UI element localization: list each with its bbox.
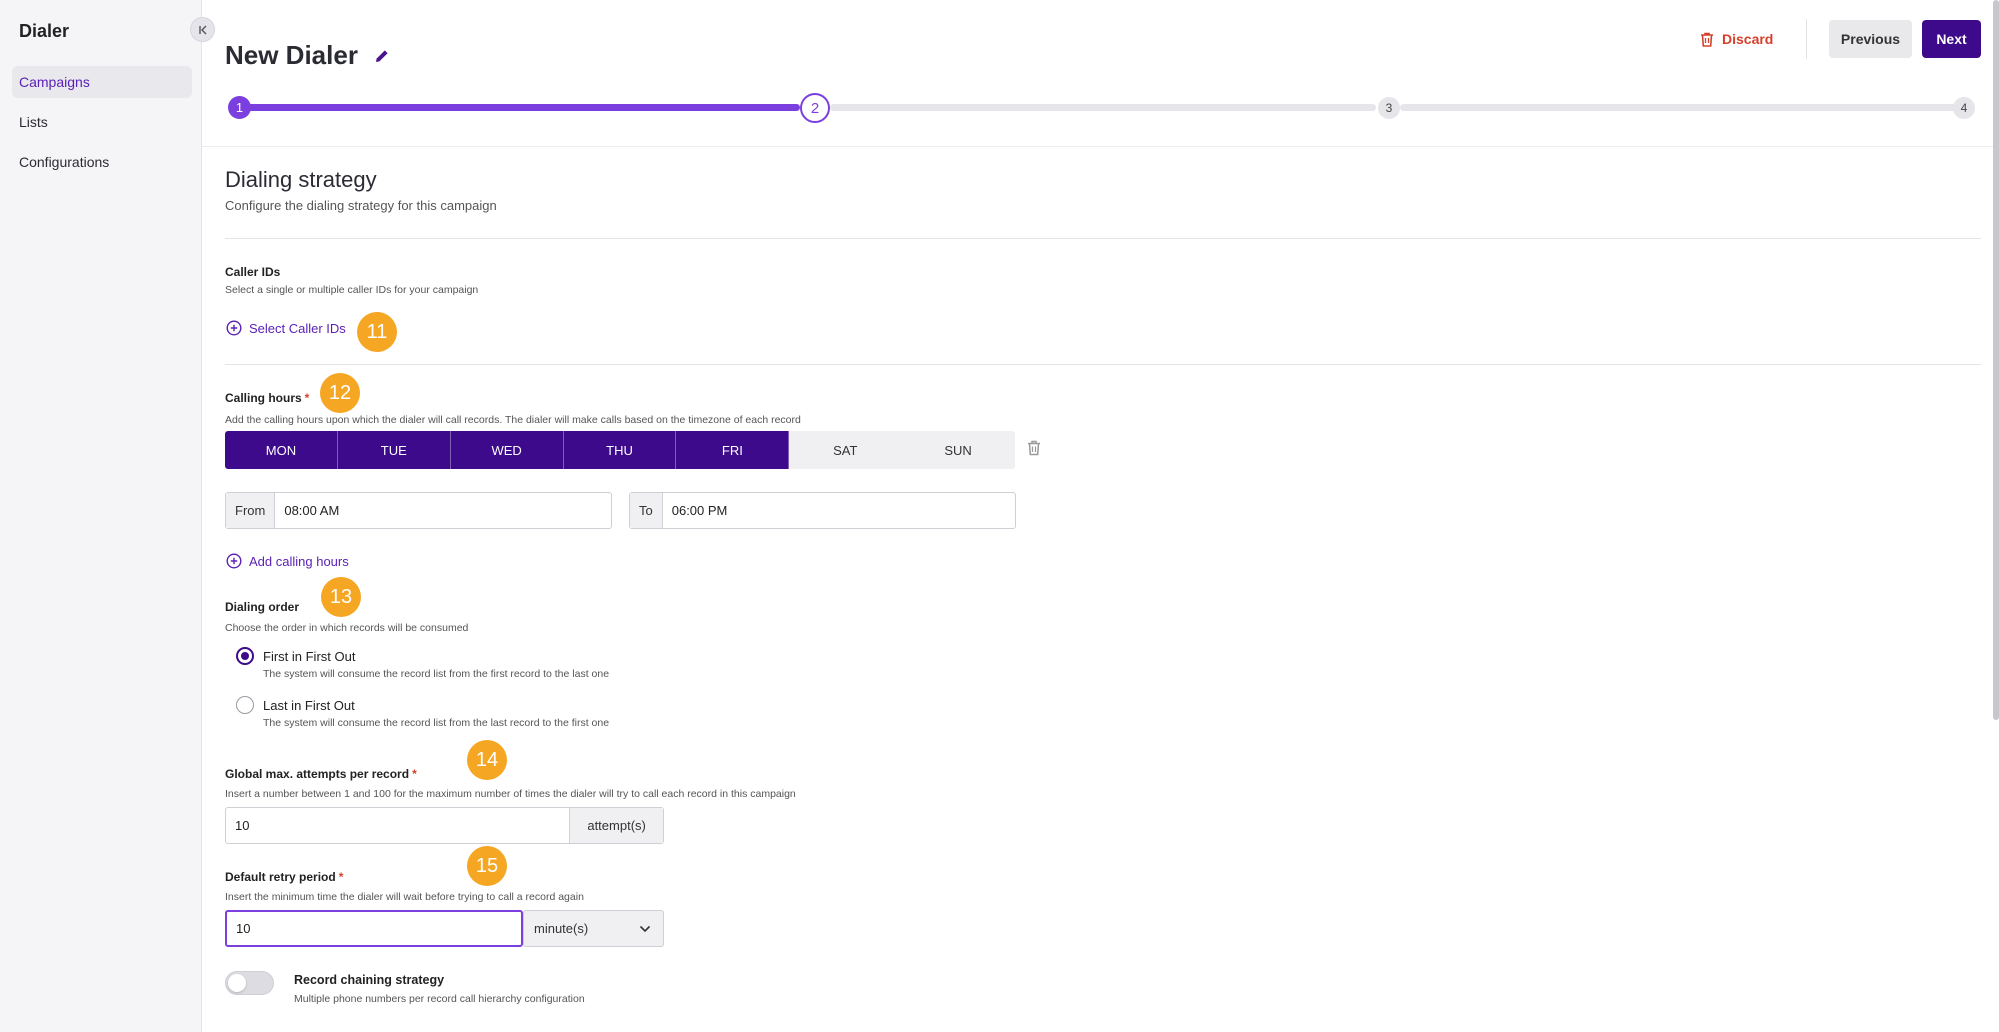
pencil-icon[interactable] [374, 48, 390, 64]
calling-hours-label: Calling hours * [225, 391, 309, 405]
step-badge-11: 11 [357, 312, 397, 352]
radio-lifo[interactable] [236, 696, 254, 714]
radio-lifo-label: Last in First Out [263, 698, 355, 713]
trash-icon [1701, 32, 1713, 47]
to-label: To [630, 493, 663, 528]
header-divider-line [202, 146, 1999, 147]
select-caller-ids-label: Select Caller IDs [249, 320, 346, 336]
discard-button[interactable]: Discard [1700, 22, 1773, 56]
from-label: From [226, 493, 276, 528]
day-selector: MON TUE WED THU FRI SAT SUN [225, 431, 1015, 469]
max-attempts-help: Insert a number between 1 and 100 for th… [225, 788, 796, 800]
max-attempts-input[interactable] [226, 808, 570, 843]
sidebar-item-campaigns[interactable]: Campaigns [12, 66, 192, 98]
day-thu[interactable]: THU [563, 431, 677, 469]
to-time-field: To [629, 492, 1016, 529]
from-time-input[interactable] [275, 493, 611, 528]
retry-unit-select[interactable]: minute(s) [523, 910, 664, 947]
add-calling-hours-label: Add calling hours [249, 553, 349, 569]
step-2[interactable]: 2 [800, 93, 830, 123]
required-marker: * [338, 870, 344, 884]
step-4[interactable]: 4 [1953, 97, 1975, 119]
retry-period-input[interactable] [227, 912, 517, 945]
day-sun[interactable]: SUN [902, 431, 1015, 469]
calling-hours-help: Add the calling hours upon which the dia… [225, 414, 801, 426]
retry-period-help: Insert the minimum time the dialer will … [225, 891, 584, 903]
max-attempts-label-text: Global max. attempts per record [225, 767, 410, 781]
caller-ids-help: Select a single or multiple caller IDs f… [225, 284, 479, 296]
sidebar-title: Dialer [19, 21, 70, 41]
next-button[interactable]: Next [1922, 20, 1981, 58]
header-divider [1806, 19, 1807, 59]
page-title-text: New Dialer [225, 40, 358, 70]
day-tue[interactable]: TUE [337, 431, 451, 469]
day-mon[interactable]: MON [225, 431, 338, 469]
discard-label: Discard [1722, 31, 1774, 47]
stepper-progress-pending [830, 104, 1376, 111]
select-caller-ids-button[interactable]: Select Caller IDs [226, 320, 346, 336]
record-chaining-label: Record chaining strategy [294, 973, 445, 987]
chevron-down-icon [639, 925, 651, 932]
max-attempts-field: attempt(s) [225, 807, 664, 844]
sidebar-item-configurations[interactable]: Configurations [12, 146, 192, 178]
from-time-field: From [225, 492, 612, 529]
record-chaining-help: Multiple phone numbers per record call h… [294, 993, 585, 1005]
retry-period-label-text: Default retry period [225, 870, 336, 884]
day-wed[interactable]: WED [450, 431, 564, 469]
caller-ids-label: Caller IDs [225, 265, 281, 279]
radio-fifo-label: First in First Out [263, 649, 356, 664]
trash-icon[interactable] [1027, 440, 1041, 461]
dialing-order-help: Choose the order in which records will b… [225, 622, 469, 634]
stepper-progress-complete [240, 104, 800, 111]
calling-hours-label-text: Calling hours [225, 391, 302, 405]
collapse-left-icon[interactable] [190, 17, 215, 42]
section-subtitle: Configure the dialing strategy for this … [225, 198, 497, 213]
step-badge-15: 15 [467, 846, 507, 886]
radio-fifo[interactable] [236, 647, 254, 665]
page-title: New Dialer [225, 40, 390, 71]
retry-unit-value: minute(s) [534, 921, 589, 936]
sidebar: Dialer Campaigns Lists Configurations [0, 0, 202, 1032]
attempts-suffix: attempt(s) [569, 808, 663, 843]
add-calling-hours-button[interactable]: Add calling hours [226, 553, 349, 569]
day-fri[interactable]: FRI [676, 431, 790, 469]
day-sat[interactable]: SAT [789, 431, 903, 469]
previous-button[interactable]: Previous [1829, 20, 1912, 58]
step-badge-13: 13 [321, 577, 361, 617]
step-badge-12: 12 [320, 373, 360, 413]
step-badge-14: 14 [467, 740, 507, 780]
retry-period-field [225, 910, 523, 947]
section-title: Dialing strategy [225, 167, 377, 192]
stepper-progress-pending [1400, 104, 1960, 111]
plus-circle-icon [226, 320, 242, 336]
required-marker: * [304, 391, 310, 405]
radio-fifo-help: The system will consume the record list … [263, 668, 610, 680]
to-time-input[interactable] [662, 493, 1015, 528]
required-marker: * [412, 767, 417, 781]
caller-ids-divider [225, 364, 1981, 365]
retry-period-label: Default retry period * [225, 870, 343, 884]
record-chaining-toggle[interactable] [225, 971, 274, 995]
max-attempts-label: Global max. attempts per record * [225, 767, 417, 781]
radio-lifo-help: The system will consume the record list … [263, 717, 610, 729]
step-3[interactable]: 3 [1378, 97, 1400, 119]
scrollbar[interactable] [1993, 0, 1999, 720]
plus-circle-icon [226, 553, 242, 569]
section-divider [225, 238, 1981, 239]
dialing-order-label: Dialing order [225, 600, 300, 614]
sidebar-item-lists[interactable]: Lists [12, 106, 192, 138]
step-1[interactable]: 1 [228, 96, 251, 119]
